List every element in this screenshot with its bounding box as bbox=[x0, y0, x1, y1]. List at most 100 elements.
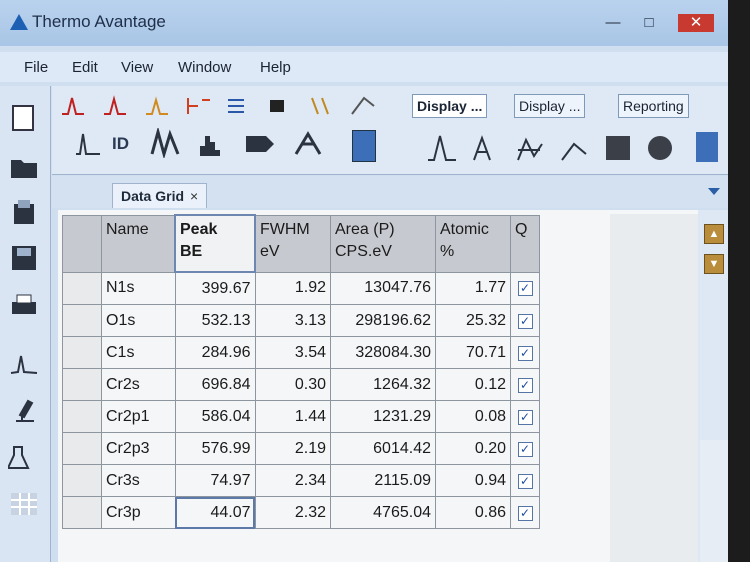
cell-fwhm[interactable]: 3.13 bbox=[254, 304, 331, 337]
q-checkbox[interactable]: ✓ bbox=[517, 441, 533, 457]
tab-reporting[interactable]: Reporting bbox=[618, 94, 689, 118]
cell-fwhm[interactable]: 3.54 bbox=[254, 336, 331, 369]
spectrum-icon[interactable] bbox=[8, 348, 40, 376]
row-header[interactable] bbox=[62, 400, 102, 433]
minimize-button[interactable]: — bbox=[600, 14, 626, 32]
q-checkbox[interactable]: ✓ bbox=[517, 313, 533, 329]
q-checkbox[interactable]: ✓ bbox=[517, 409, 533, 425]
grid-icon[interactable] bbox=[8, 490, 40, 518]
q-checkbox[interactable]: ✓ bbox=[517, 505, 533, 521]
cell-peak-be[interactable]: 586.04 bbox=[174, 400, 256, 433]
table-row[interactable]: C1s 284.96 3.54 328084.30 70.71 ✓ bbox=[62, 336, 540, 369]
corner-cell[interactable] bbox=[62, 214, 102, 273]
cell-area[interactable]: 298196.62 bbox=[330, 304, 436, 337]
cell-area[interactable]: 1231.29 bbox=[330, 400, 436, 433]
save-icon[interactable] bbox=[8, 244, 40, 272]
cell-name[interactable]: C1s bbox=[101, 336, 176, 369]
table-row[interactable]: N1s 399.67 1.92 13047.76 1.77 ✓ bbox=[62, 271, 540, 305]
overflow-menu-icon[interactable] bbox=[352, 130, 376, 162]
close-button[interactable]: ✕ bbox=[678, 14, 714, 32]
cell-fwhm[interactable]: 2.19 bbox=[254, 432, 331, 465]
cell-area[interactable]: 328084.30 bbox=[330, 336, 436, 369]
bottom-dock-icon[interactable]: ▼ bbox=[704, 254, 724, 274]
table-row[interactable]: Cr3p 44.07 2.32 4765.04 0.86 ✓ bbox=[62, 496, 540, 529]
col-header-area[interactable]: Area (P) CPS.eV bbox=[330, 214, 436, 273]
profile-icon[interactable] bbox=[242, 128, 278, 158]
cell-peak-be[interactable]: 576.99 bbox=[174, 432, 256, 465]
cell-name[interactable]: Cr3s bbox=[101, 464, 176, 497]
table-row[interactable]: Cr3s 74.97 2.34 2115.09 0.94 ✓ bbox=[62, 464, 540, 497]
cell-name[interactable]: N1s bbox=[101, 271, 176, 305]
id-button[interactable]: ID bbox=[112, 134, 129, 154]
print-icon[interactable] bbox=[8, 292, 40, 320]
cell-atomic[interactable]: 0.12 bbox=[435, 368, 511, 401]
cell-peak-be[interactable]: 399.67 bbox=[174, 271, 256, 305]
q-checkbox[interactable]: ✓ bbox=[517, 281, 533, 297]
menu-help[interactable]: Help bbox=[260, 59, 291, 76]
lab-flask-icon[interactable] bbox=[8, 444, 40, 472]
cell-atomic[interactable]: 0.86 bbox=[435, 496, 511, 529]
cell-atomic[interactable]: 1.77 bbox=[435, 271, 511, 305]
col-header-q[interactable]: Q bbox=[510, 214, 540, 273]
cell-fwhm[interactable]: 2.32 bbox=[254, 496, 331, 529]
cell-fwhm[interactable]: 1.92 bbox=[254, 271, 331, 305]
cell-peak-be[interactable]: 532.13 bbox=[174, 304, 256, 337]
fit-peaks-icon[interactable] bbox=[148, 128, 184, 158]
q-checkbox[interactable]: ✓ bbox=[517, 377, 533, 393]
q-checkbox[interactable]: ✓ bbox=[517, 345, 533, 361]
row-header[interactable] bbox=[62, 496, 102, 529]
cell-atomic[interactable]: 0.08 bbox=[435, 400, 511, 433]
tab-display-1[interactable]: Display ... bbox=[412, 94, 488, 118]
open-folder-icon[interactable] bbox=[8, 152, 40, 180]
cell-area[interactable]: 4765.04 bbox=[330, 496, 436, 529]
row-header[interactable] bbox=[62, 432, 102, 465]
col-header-fwhm[interactable]: FWHM eV bbox=[254, 214, 331, 273]
cell-peak-be-selected[interactable]: 44.07 bbox=[174, 496, 256, 529]
cell-name[interactable]: Cr3p bbox=[101, 496, 176, 529]
cell-fwhm[interactable]: 2.34 bbox=[254, 464, 331, 497]
maximize-button[interactable]: □ bbox=[636, 14, 662, 32]
table-row[interactable]: O1s 532.13 3.13 298196.62 25.32 ✓ bbox=[62, 304, 540, 337]
new-file-icon[interactable] bbox=[8, 104, 40, 132]
cell-peak-be[interactable]: 74.97 bbox=[174, 464, 256, 497]
table-row[interactable]: Cr2p1 586.04 1.44 1231.29 0.08 ✓ bbox=[62, 400, 540, 433]
microscope-icon[interactable] bbox=[8, 396, 40, 424]
tools-icon[interactable] bbox=[290, 128, 326, 158]
row-header[interactable] bbox=[62, 368, 102, 401]
cell-peak-be[interactable]: 696.84 bbox=[174, 368, 256, 401]
row-header[interactable] bbox=[62, 336, 102, 369]
row-header[interactable] bbox=[62, 271, 102, 305]
col-header-atomic[interactable]: Atomic% bbox=[435, 214, 511, 273]
cell-peak-be[interactable]: 284.96 bbox=[174, 336, 256, 369]
chevron-down-icon[interactable] bbox=[708, 188, 720, 195]
histogram-icon[interactable] bbox=[196, 128, 232, 158]
cell-atomic[interactable]: 0.94 bbox=[435, 464, 511, 497]
col-header-peak-be[interactable]: Peak BE bbox=[174, 214, 256, 273]
top-dock-icon[interactable]: ▲ bbox=[704, 224, 724, 244]
tab-display-2[interactable]: Display ... bbox=[514, 94, 586, 118]
q-checkbox[interactable]: ✓ bbox=[517, 473, 533, 489]
cell-area[interactable]: 1264.32 bbox=[330, 368, 436, 401]
cell-atomic[interactable]: 70.71 bbox=[435, 336, 511, 369]
cell-name[interactable]: O1s bbox=[101, 304, 176, 337]
tab-data-grid[interactable]: Data Grid × bbox=[112, 183, 208, 208]
display-tools-icon[interactable] bbox=[422, 130, 722, 164]
close-tab-icon[interactable]: × bbox=[190, 188, 198, 204]
cell-fwhm[interactable]: 0.30 bbox=[254, 368, 331, 401]
cell-area[interactable]: 6014.42 bbox=[330, 432, 436, 465]
menu-window[interactable]: Window bbox=[178, 59, 231, 76]
cell-name[interactable]: Cr2s bbox=[101, 368, 176, 401]
menu-file[interactable]: File bbox=[24, 59, 48, 76]
table-row[interactable]: Cr2s 696.84 0.30 1264.32 0.12 ✓ bbox=[62, 368, 540, 401]
col-header-name[interactable]: Name bbox=[101, 214, 176, 273]
row-header[interactable] bbox=[62, 304, 102, 337]
cell-fwhm[interactable]: 1.44 bbox=[254, 400, 331, 433]
cell-name[interactable]: Cr2p1 bbox=[101, 400, 176, 433]
table-row[interactable]: Cr2p3 576.99 2.19 6014.42 0.20 ✓ bbox=[62, 432, 540, 465]
cell-atomic[interactable]: 25.32 bbox=[435, 304, 511, 337]
peak-id-icon[interactable] bbox=[72, 128, 104, 158]
menu-view[interactable]: View bbox=[121, 59, 153, 76]
cell-area[interactable]: 2115.09 bbox=[330, 464, 436, 497]
menu-edit[interactable]: Edit bbox=[72, 59, 98, 76]
cell-name[interactable]: Cr2p3 bbox=[101, 432, 176, 465]
